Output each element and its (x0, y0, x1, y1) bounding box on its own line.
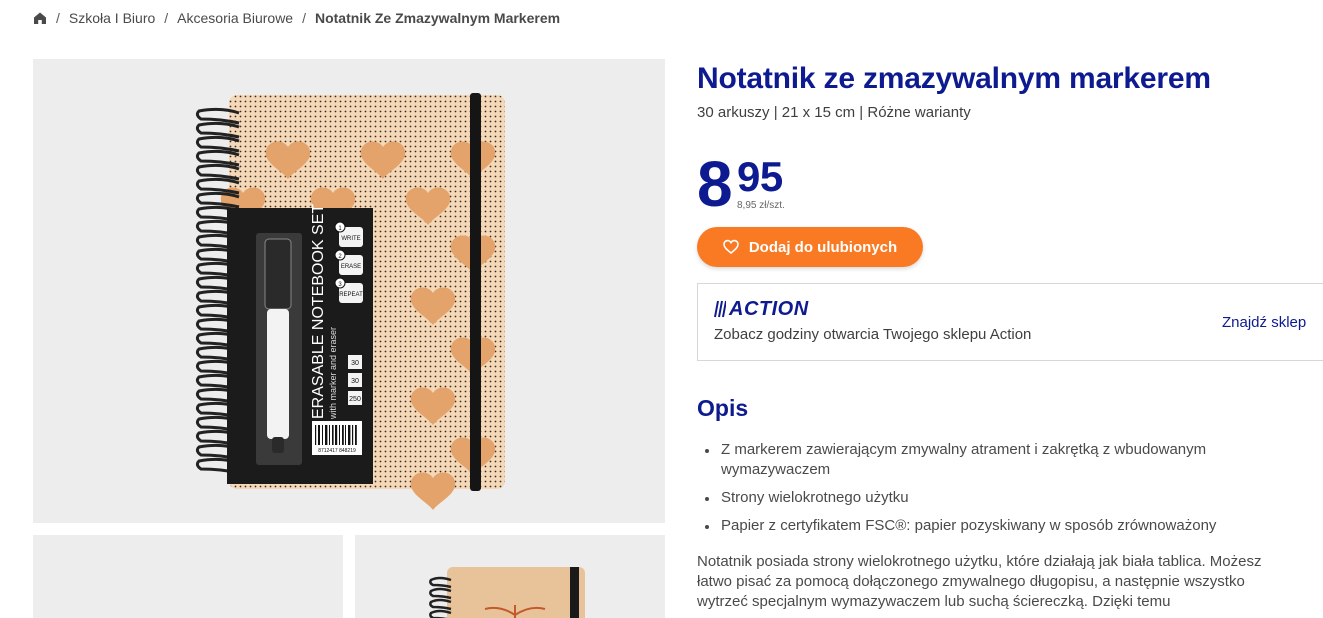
breadcrumb: / Szkoła I Biuro / Akcesoria Biurowe / N… (33, 8, 560, 28)
heart-icon (723, 239, 739, 255)
breadcrumb-link-akcesoria-biurowe[interactable]: Akcesoria Biurowe (177, 10, 293, 26)
price-decimal: 95 (737, 153, 783, 200)
breadcrumb-current: Notatnik Ze Zmazywalnym Markerem (314, 10, 561, 26)
description-text: Notatnik posiada strony wielokrotnego uż… (697, 553, 1262, 610)
home-icon[interactable] (33, 11, 47, 25)
description-heading: Opis (697, 395, 749, 421)
find-store-link[interactable]: Znajdź sklep (1222, 314, 1306, 331)
breadcrumb-separator: / (302, 10, 306, 26)
action-logo-text: ACTION (729, 297, 809, 320)
package-set-title: ERASABLE NOTEBOOK SET (310, 204, 327, 419)
package-set-subtitle: with marker and eraser (328, 327, 338, 420)
description-bullets: Z markerem zawierającym zmywalny atramen… (697, 440, 1277, 544)
store-finder-box: ACTION Zobacz godziny otwarcia Twojego s… (697, 283, 1323, 361)
store-hours-text: Zobacz godziny otwarcia Twojego sklepu A… (714, 326, 1032, 343)
product-main-image[interactable]: ERASABLE NOTEBOOK SET with marker and er… (33, 59, 665, 523)
list-item: Strony wielokrotnego użytku (697, 488, 1277, 508)
breadcrumb-link-szkola-i-biuro[interactable]: Szkoła I Biuro (69, 10, 155, 26)
package-barcode-number: 8712417 848219 (318, 448, 356, 454)
notebook-variant-illustration (429, 567, 585, 618)
package-step-erase: ERASE (341, 264, 361, 270)
add-to-favorites-button[interactable]: Dodaj do ulubionych (697, 227, 923, 267)
price-integer: 8 (697, 148, 733, 220)
product-thumbnail-2[interactable] (355, 535, 665, 618)
package-step-repeat: REPEAT (339, 292, 363, 298)
package-badge-pages: 30 (351, 378, 359, 385)
price-unit: 8,95 zł/szt. (737, 200, 785, 211)
breadcrumb-separator: / (56, 10, 60, 26)
breadcrumb-separator: / (164, 10, 169, 26)
notebook-illustration: ERASABLE NOTEBOOK SET with marker and er… (195, 93, 505, 510)
package-step-write: WRITE (341, 236, 360, 242)
logo-stripes-icon (714, 300, 726, 318)
product-title: Notatnik ze zmazywalnym markerem (697, 62, 1211, 95)
list-item: Papier z certyfikatem FSC®: papier pozys… (697, 516, 1277, 536)
product-subtitle: 30 arkuszy | 21 x 15 cm | Różne warianty (697, 104, 971, 121)
list-item: Z markerem zawierającym zmywalny atramen… (697, 440, 1277, 480)
package-badge-grams: 250 (349, 396, 361, 403)
product-thumbnail-1[interactable] (33, 535, 343, 618)
action-logo: ACTION (714, 298, 809, 320)
package-badge-sheets: 30 (351, 360, 359, 367)
add-to-favorites-label: Dodaj do ulubionych (748, 238, 898, 256)
